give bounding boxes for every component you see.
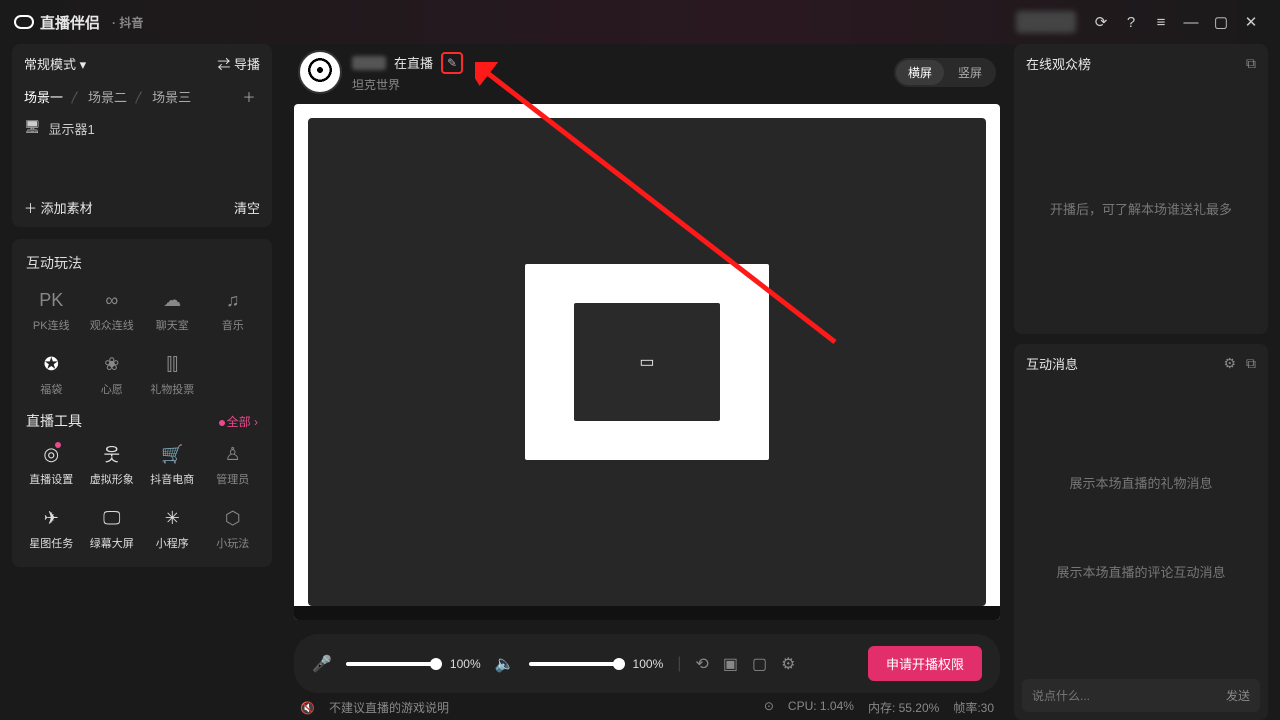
gift-vote[interactable]: ⫿⫿礼物投票 bbox=[145, 345, 200, 403]
minimize-icon[interactable]: — bbox=[1176, 7, 1206, 37]
avatar-icon: 웃 bbox=[99, 441, 125, 467]
orientation-toggle: 横屏 竖屏 bbox=[894, 58, 996, 87]
vote-icon: ⫿⫿ bbox=[159, 351, 185, 377]
screenshot-icon[interactable]: ▣ bbox=[723, 654, 738, 674]
live-settings[interactable]: ◎直播设置 bbox=[24, 435, 79, 493]
app-title: 直播伴侣 bbox=[40, 12, 100, 33]
live-status: 在直播 bbox=[394, 53, 433, 72]
orient-vertical[interactable]: 竖屏 bbox=[946, 60, 994, 85]
cart-icon: 🛒 bbox=[159, 441, 185, 467]
cpu-stat: CPU: 1.04% bbox=[788, 699, 854, 716]
scene-tab[interactable]: 场景三 bbox=[152, 87, 191, 106]
stream-header: 在直播 ✎ 坦克世界 横屏 竖屏 bbox=[294, 44, 1000, 104]
control-bar: 🎤 100% 🔈 100% | ⟲ ▣ ▢ ⚙ 申请开播权限 bbox=[294, 634, 1000, 693]
preview-canvas[interactable]: ▭ bbox=[294, 104, 1000, 620]
virtual-avatar[interactable]: 웃虚拟形象 bbox=[85, 435, 140, 493]
scene-panel: 常规模式 ▾ ⇄ 导播 场景一〳 场景二〳 场景三 ＋ 🖥 显示器1 ＋ 添加素… bbox=[12, 44, 272, 227]
messages-title: 互动消息 bbox=[1026, 354, 1078, 373]
maximize-icon[interactable]: ▢ bbox=[1206, 7, 1236, 37]
user-badge bbox=[1016, 11, 1076, 33]
menu-icon[interactable]: ≡ bbox=[1146, 7, 1176, 37]
hex-icon: ⬡ bbox=[220, 505, 246, 531]
chatroom[interactable]: ☁聊天室 bbox=[145, 281, 200, 339]
app-logo: 直播伴侣 · 抖音 bbox=[14, 12, 143, 33]
popout-icon[interactable]: ⧉ bbox=[1246, 55, 1256, 72]
wish[interactable]: ❀心愿 bbox=[85, 345, 140, 403]
chat-placeholder: 说点什么... bbox=[1032, 687, 1090, 704]
camera-icon[interactable]: ▢ bbox=[752, 654, 767, 674]
game-category[interactable]: 坦克世界 bbox=[352, 76, 463, 93]
link-icon: ∞ bbox=[99, 287, 125, 313]
viewers-panel: 在线观众榜 ⧉ 开播后，可了解本场谁送礼最多 bbox=[1014, 44, 1268, 334]
app-subtitle: · 抖音 bbox=[112, 14, 143, 31]
task-icon: ✈ bbox=[38, 505, 64, 531]
mute-icon[interactable]: 🔇 bbox=[300, 701, 315, 715]
bag-icon: ✪ bbox=[38, 351, 64, 377]
tools-title: 直播工具 bbox=[26, 411, 82, 431]
help-icon[interactable]: ? bbox=[1116, 7, 1146, 37]
douyin-shop[interactable]: 🛒抖音电商 bbox=[145, 435, 200, 493]
viewers-title: 在线观众榜 bbox=[1026, 54, 1091, 73]
title-bar: 直播伴侣 · 抖音 ⟳ ? ≡ — ▢ ✕ bbox=[0, 0, 1280, 44]
status-bar: 🔇 不建议直播的游戏说明 ⊙ CPU: 1.04% 内存: 55.20% 帧率:… bbox=[294, 699, 1000, 720]
audience-link[interactable]: ∞观众连线 bbox=[85, 281, 140, 339]
speaker-slider[interactable] bbox=[529, 662, 619, 666]
scene-tab[interactable]: 场景一 bbox=[24, 87, 63, 106]
interact-title: 互动玩法 bbox=[26, 253, 258, 273]
speaker-icon[interactable]: 🔈 bbox=[495, 654, 515, 674]
spark-icon: ✳ bbox=[159, 505, 185, 531]
monitor-source[interactable]: 🖥 显示器1 bbox=[24, 119, 260, 138]
screen-icon: 🖵 bbox=[99, 505, 125, 531]
monitor-icon: 🖥 bbox=[24, 119, 41, 138]
add-material-button[interactable]: ＋ 添加素材 bbox=[24, 198, 93, 217]
refresh-icon[interactable]: ⟳ bbox=[1086, 7, 1116, 37]
orient-horizontal[interactable]: 横屏 bbox=[896, 60, 944, 85]
add-scene-button[interactable]: ＋ bbox=[238, 85, 260, 107]
logo-icon bbox=[14, 15, 34, 29]
lucky-bag[interactable]: ✪福袋 bbox=[24, 345, 79, 403]
fps-stat: 帧率:30 bbox=[953, 699, 994, 716]
admin-icon: ♙ bbox=[220, 441, 246, 467]
msg-settings-icon[interactable]: ⚙ bbox=[1223, 355, 1236, 372]
guide-button[interactable]: ⇄ 导播 bbox=[217, 54, 260, 73]
mini-games[interactable]: ⬡小玩法 bbox=[206, 499, 261, 557]
game-warning[interactable]: 不建议直播的游戏说明 bbox=[329, 699, 449, 716]
send-button[interactable]: 发送 bbox=[1226, 687, 1250, 704]
refresh-control-icon[interactable]: ⟲ bbox=[695, 654, 708, 674]
messages-panel: 互动消息 ⚙ ⧉ 展示本场直播的礼物消息 展示本场直播的评论互动消息 说点什么.… bbox=[1014, 344, 1268, 720]
gift-placeholder: 展示本场直播的礼物消息 bbox=[1069, 473, 1212, 492]
mic-icon[interactable]: 🎤 bbox=[312, 654, 332, 674]
music-icon: ♫ bbox=[220, 287, 246, 313]
close-icon[interactable]: ✕ bbox=[1236, 7, 1266, 37]
speaker-level: 100% bbox=[633, 657, 664, 671]
mode-select[interactable]: 常规模式 ▾ bbox=[24, 54, 86, 73]
gear-icon: ◎ bbox=[38, 441, 64, 467]
pk-link[interactable]: PKPK连线 bbox=[24, 281, 79, 339]
interact-panel: 互动玩法 PKPK连线 ∞观众连线 ☁聊天室 ♫音乐 ✪福袋 ❀心愿 ⫿⫿礼物投… bbox=[12, 239, 272, 567]
viewers-empty: 开播后，可了解本场谁送礼最多 bbox=[1014, 83, 1268, 334]
user-avatar[interactable] bbox=[298, 50, 342, 94]
perf-icon[interactable]: ⊙ bbox=[764, 699, 774, 716]
username bbox=[352, 56, 386, 70]
chat-icon: ☁ bbox=[159, 287, 185, 313]
edit-title-button[interactable]: ✎ bbox=[441, 52, 463, 74]
comment-placeholder: 展示本场直播的评论互动消息 bbox=[1056, 562, 1225, 581]
xingtu-tasks[interactable]: ✈星图任务 bbox=[24, 499, 79, 557]
music[interactable]: ♫音乐 bbox=[206, 281, 261, 339]
clear-button[interactable]: 清空 bbox=[234, 198, 260, 217]
green-screen[interactable]: 🖵绿幕大屏 bbox=[85, 499, 140, 557]
chat-input[interactable]: 说点什么... 发送 bbox=[1022, 679, 1260, 712]
scene-tab[interactable]: 场景二 bbox=[88, 87, 127, 106]
mem-stat: 内存: 55.20% bbox=[868, 699, 939, 716]
wish-icon: ❀ bbox=[99, 351, 125, 377]
apply-stream-button[interactable]: 申请开播权限 bbox=[868, 646, 982, 681]
settings-icon[interactable]: ⚙ bbox=[781, 654, 795, 674]
msg-popout-icon[interactable]: ⧉ bbox=[1246, 355, 1256, 372]
mic-level: 100% bbox=[450, 657, 481, 671]
mic-slider[interactable] bbox=[346, 662, 436, 666]
tools-all[interactable]: 全部 › bbox=[219, 413, 258, 430]
pk-icon: PK bbox=[38, 287, 64, 313]
mini-app[interactable]: ✳小程序 bbox=[145, 499, 200, 557]
admins[interactable]: ♙管理员 bbox=[206, 435, 261, 493]
